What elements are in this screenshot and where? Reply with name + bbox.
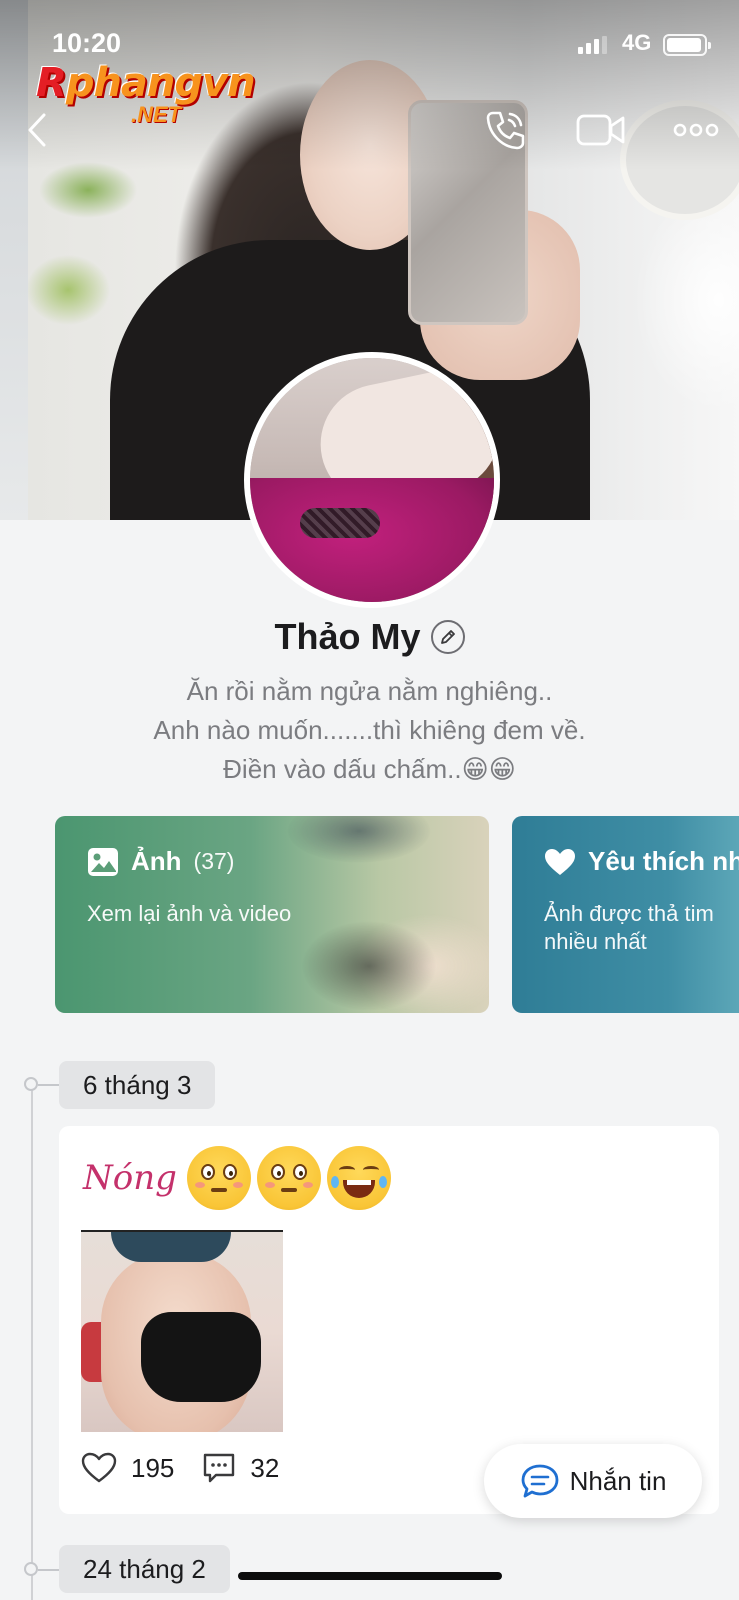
status-time: 10:20: [52, 28, 122, 58]
timeline-line: [31, 1082, 33, 1600]
favorites-card-title: Yêu thích nh: [588, 846, 739, 876]
more-options-button[interactable]: [672, 110, 720, 150]
avatar[interactable]: [244, 352, 500, 608]
face-with-tears-of-joy-icon: [326, 1146, 391, 1210]
call-button[interactable]: [482, 110, 528, 150]
chat-bubble-icon: [521, 1464, 558, 1498]
post-photo[interactable]: [81, 1230, 283, 1432]
timeline-date: 6 tháng 3: [59, 1061, 216, 1109]
watermark-logo: Rphangvn .NET: [36, 60, 266, 130]
pencil-icon[interactable]: [430, 620, 465, 654]
watermark-main-rest: phangvn: [65, 60, 256, 106]
post-word: Nóng: [83, 1158, 177, 1198]
like-count: 195: [131, 1452, 175, 1483]
timeline-date: 24 tháng 2: [59, 1545, 230, 1593]
timeline-date-label: 6 tháng 3: [83, 1069, 192, 1100]
video-camera-icon: [576, 114, 625, 146]
timeline-date-label: 24 tháng 2: [83, 1553, 206, 1584]
watermark-sub: .NET: [131, 102, 182, 127]
heart-outline-icon: [81, 1452, 117, 1483]
home-indicator: [238, 1572, 502, 1580]
status-bar: 10:20 4G: [0, 24, 739, 64]
photos-card-count: (37): [193, 848, 235, 874]
post-photo-shorts: [141, 1312, 261, 1402]
bio-line: Điền vào dấu chấm..😁😁: [223, 754, 516, 784]
post-photo-shirt: [111, 1232, 231, 1262]
favorites-card-title-row: Yêu thích nh: [544, 846, 739, 877]
favorites-card-subtitle: Ảnh được thả tim nhiều nhất: [544, 901, 714, 954]
signal-icon: [578, 36, 608, 54]
watermark-main: Rphangvn: [36, 60, 256, 106]
comment-count: 32: [250, 1452, 280, 1483]
comment-icon: [204, 1453, 235, 1483]
avatar-lace: [300, 508, 380, 538]
flushed-face-icon: [186, 1146, 251, 1210]
profile-name-row: Thảo My: [0, 612, 739, 662]
battery-fill: [667, 38, 701, 52]
comment-button[interactable]: 32: [202, 1452, 279, 1484]
message-button[interactable]: Nhắn tin: [484, 1444, 702, 1518]
photos-card[interactable]: Ảnh (37) Xem lại ảnh và video: [55, 816, 489, 1013]
battery-nub: [708, 42, 711, 49]
profile-bio: Ăn rồi nằm ngửa nằm nghiêng.. Anh nào mu…: [0, 672, 739, 789]
video-call-button[interactable]: [575, 110, 627, 150]
battery-icon: [663, 34, 711, 56]
network-label: 4G: [622, 30, 652, 55]
more-dots-icon: [673, 123, 719, 137]
avatar-dress: [250, 478, 494, 602]
timeline-dot: [24, 1077, 60, 1091]
photos-card-title: Ảnh: [131, 846, 182, 876]
timeline-dot: [24, 1562, 60, 1576]
image-icon: [88, 847, 118, 876]
chevron-left-icon: [28, 113, 46, 147]
back-button[interactable]: [22, 110, 52, 150]
profile-name: Thảo My: [274, 616, 421, 657]
heart-icon: [545, 848, 575, 875]
bio-line: Ăn rồi nằm ngửa nằm nghiêng..: [186, 676, 553, 706]
message-button-label: Nhắn tin: [569, 1465, 667, 1496]
bio-line: Anh nào muốn.......thì khiêng đem về.: [153, 715, 586, 745]
like-button[interactable]: 195: [81, 1452, 174, 1484]
phone-icon: [486, 111, 525, 150]
favorites-card[interactable]: Yêu thích nh Ảnh được thả tim nhiều nhất: [512, 816, 739, 1013]
photos-card-subtitle: Xem lại ảnh và video: [87, 901, 292, 926]
post-actions: 195 32: [81, 1446, 307, 1490]
photos-card-title-row: Ảnh (37): [87, 846, 234, 877]
photos-card-thumbnail: [269, 816, 489, 1013]
pencil-glyph: [440, 630, 455, 644]
watermark-main-lead: R: [36, 60, 67, 106]
flushed-face-icon: [256, 1146, 321, 1210]
post-text: Nóng: [83, 1146, 391, 1210]
